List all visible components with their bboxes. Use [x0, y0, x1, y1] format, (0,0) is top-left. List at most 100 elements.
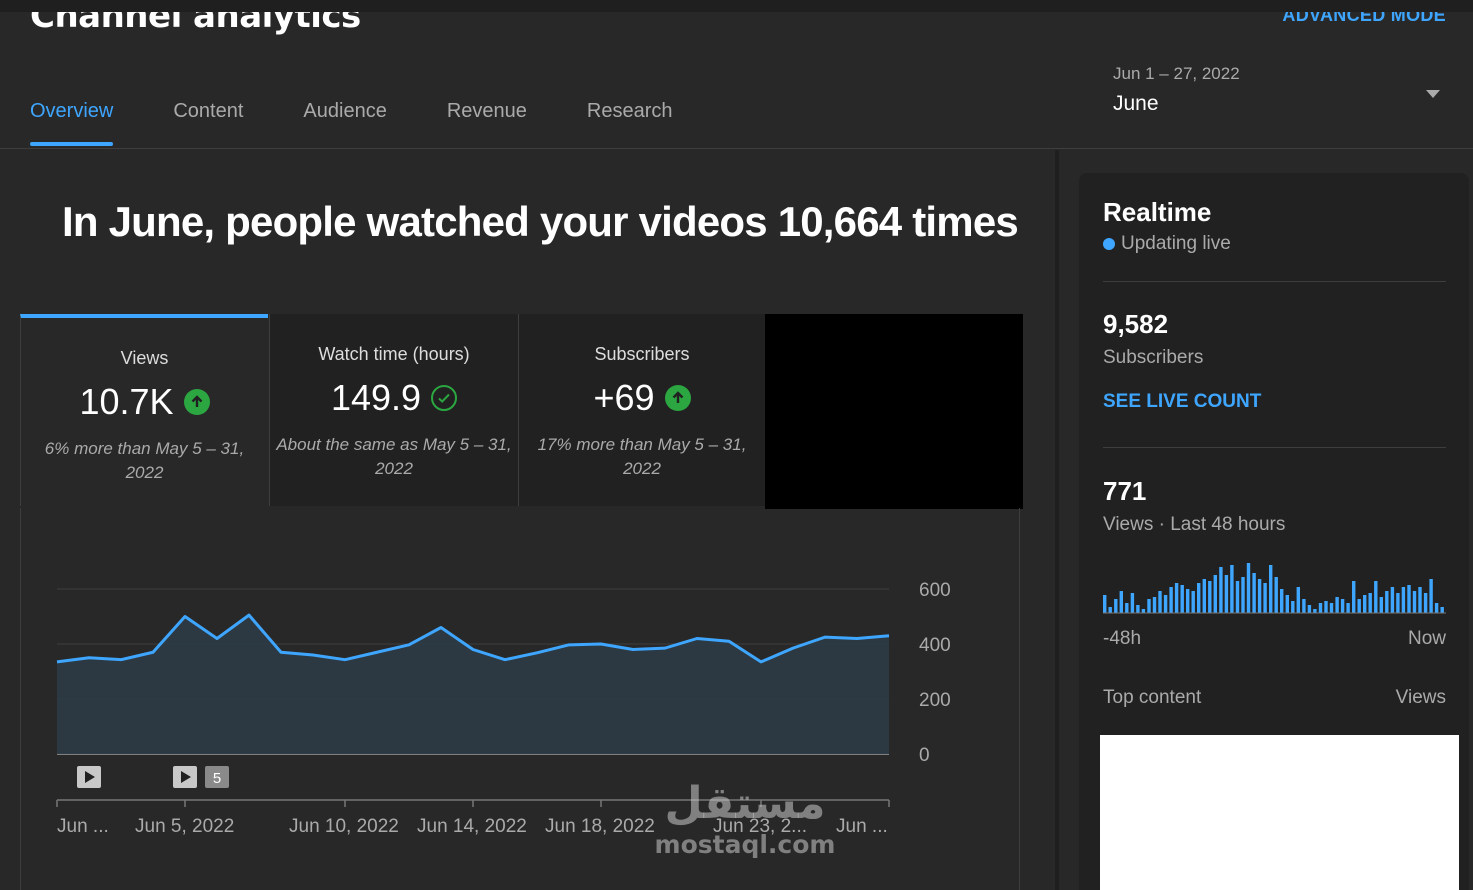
metric-card-views[interactable]: Views 10.7K 6% more than May 5 – 31, 202… — [20, 314, 268, 506]
realtime-bar — [1241, 577, 1245, 613]
x-tick-label: Jun ... — [57, 816, 109, 837]
views-chart: 600 400 200 0 5 Jun ... Jun 5, 2022 Jun 10, 202… — [20, 508, 1020, 890]
realtime-bar — [1318, 603, 1323, 613]
realtime-axis-start: -48h — [1103, 628, 1142, 649]
realtime-bar — [1274, 577, 1278, 613]
realtime-bar — [1285, 595, 1289, 613]
see-live-count-link[interactable]: SEE LIVE COUNT — [1103, 391, 1261, 413]
realtime-bar — [1374, 581, 1378, 613]
realtime-bar — [1296, 587, 1300, 613]
date-period-label: June — [1113, 92, 1159, 115]
realtime-bar — [1418, 587, 1422, 613]
metric-label: Watch time (hours) — [318, 344, 470, 364]
redacted-card — [765, 314, 1023, 509]
metric-value-row: 149.9 — [270, 377, 518, 419]
realtime-bar — [1219, 567, 1223, 613]
date-range-picker[interactable]: Jun 1 – 27, 2022 June — [1113, 64, 1448, 124]
realtime-bar — [1307, 605, 1312, 613]
realtime-bar — [1213, 575, 1217, 613]
tab-overview[interactable]: Overview — [30, 88, 114, 146]
realtime-bar — [1186, 589, 1190, 613]
realtime-bar — [1130, 593, 1135, 613]
realtime-bar-chart — [1103, 563, 1446, 614]
arrow-up-icon — [664, 385, 691, 411]
date-range-text: Jun 1 – 27, 2022 — [1113, 64, 1240, 83]
tab-revenue[interactable]: Revenue — [447, 88, 527, 146]
tab-content[interactable]: Content — [173, 88, 243, 146]
metric-value-row: +69 — [519, 377, 765, 419]
subscriber-label: Subscribers — [1103, 347, 1204, 368]
check-circle-icon — [431, 385, 458, 411]
divider — [1103, 447, 1446, 448]
realtime-bar — [1313, 609, 1317, 613]
x-tick-label: Jun 14, 2022 — [417, 816, 527, 837]
realtime-bar — [1280, 589, 1284, 613]
arrow-up-icon — [183, 389, 210, 415]
realtime-bar — [1208, 581, 1212, 613]
x-tick-label: Jun 10, 2022 — [289, 816, 399, 837]
tab-research[interactable]: Research — [587, 88, 673, 146]
x-tick-label: Jun 18, 2022 — [545, 816, 655, 837]
realtime-bar — [1202, 579, 1206, 613]
realtime-bar — [1335, 597, 1339, 613]
redacted-top-content — [1100, 735, 1459, 890]
realtime-bar — [1230, 565, 1234, 613]
tab-bar: Overview Content Audience Revenue Resear… — [30, 88, 673, 148]
area-fill — [57, 615, 889, 754]
realtime-views-label: Views · Last 48 hours — [1103, 514, 1286, 535]
tab-audience[interactable]: Audience — [303, 88, 386, 146]
metric-label: Views — [120, 348, 169, 368]
subscriber-count: 9,582 — [1103, 309, 1169, 339]
realtime-bar — [1246, 563, 1251, 613]
realtime-bar — [1169, 587, 1173, 613]
realtime-bar — [1252, 573, 1256, 613]
video-marker-count-label: 5 — [213, 770, 221, 787]
realtime-axis-end: Now — [1407, 628, 1446, 649]
x-tick-label: Jun 23, 2... — [713, 816, 807, 837]
realtime-bar — [1363, 595, 1367, 613]
y-tick-label: 0 — [919, 745, 930, 766]
metric-card-watch-time[interactable]: Watch time (hours) 149.9 About the same … — [269, 314, 518, 506]
realtime-views-count: 771 — [1103, 476, 1147, 506]
top-bar — [0, 0, 1473, 12]
metric-value: 149.9 — [330, 377, 422, 418]
realtime-bar — [1257, 579, 1262, 613]
realtime-bar — [1434, 603, 1439, 613]
realtime-bar — [1174, 583, 1179, 613]
metric-value: +69 — [593, 377, 655, 418]
realtime-bar — [1368, 593, 1372, 613]
realtime-bar — [1346, 603, 1350, 613]
y-tick-label: 200 — [919, 690, 951, 711]
realtime-bar — [1324, 601, 1328, 613]
realtime-bar — [1412, 591, 1417, 613]
main-panel: In June, people watched your videos 10,6… — [0, 150, 1055, 890]
realtime-status: Updating live — [1103, 233, 1231, 255]
realtime-bar — [1263, 583, 1267, 613]
metric-comparison: 17% more than May 5 – 31, 2022 — [537, 435, 747, 478]
x-tick-label: Jun ... — [836, 816, 888, 837]
realtime-bar — [1379, 597, 1383, 613]
realtime-bar — [1352, 581, 1356, 613]
realtime-status-text: Updating live — [1121, 233, 1231, 254]
realtime-bar — [1224, 575, 1229, 613]
realtime-bar — [1136, 605, 1140, 613]
realtime-bar — [1152, 597, 1157, 613]
panel-divider — [1055, 150, 1059, 890]
metric-value-row: 10.7K — [21, 381, 268, 423]
realtime-bar — [1269, 565, 1273, 613]
metric-card-subscribers[interactable]: Subscribers +69 17% more than May 5 – 31… — [518, 314, 765, 506]
views-chart-svg: 600 400 200 0 5 Jun ... Jun 5, 2022 Jun 10, 202… — [56, 580, 951, 837]
realtime-bar — [1103, 595, 1107, 613]
realtime-bar — [1329, 603, 1334, 613]
metric-value: 10.7K — [79, 381, 174, 422]
realtime-bar — [1197, 583, 1201, 613]
realtime-bar — [1163, 595, 1168, 613]
y-tick-label: 400 — [919, 635, 951, 656]
realtime-bar — [1401, 587, 1406, 613]
realtime-bar — [1357, 599, 1361, 613]
x-tick-label: Jun 5, 2022 — [135, 816, 234, 837]
realtime-bar — [1423, 593, 1428, 613]
metric-label: Subscribers — [594, 344, 690, 364]
realtime-bar — [1429, 579, 1433, 613]
realtime-bar — [1440, 607, 1444, 613]
